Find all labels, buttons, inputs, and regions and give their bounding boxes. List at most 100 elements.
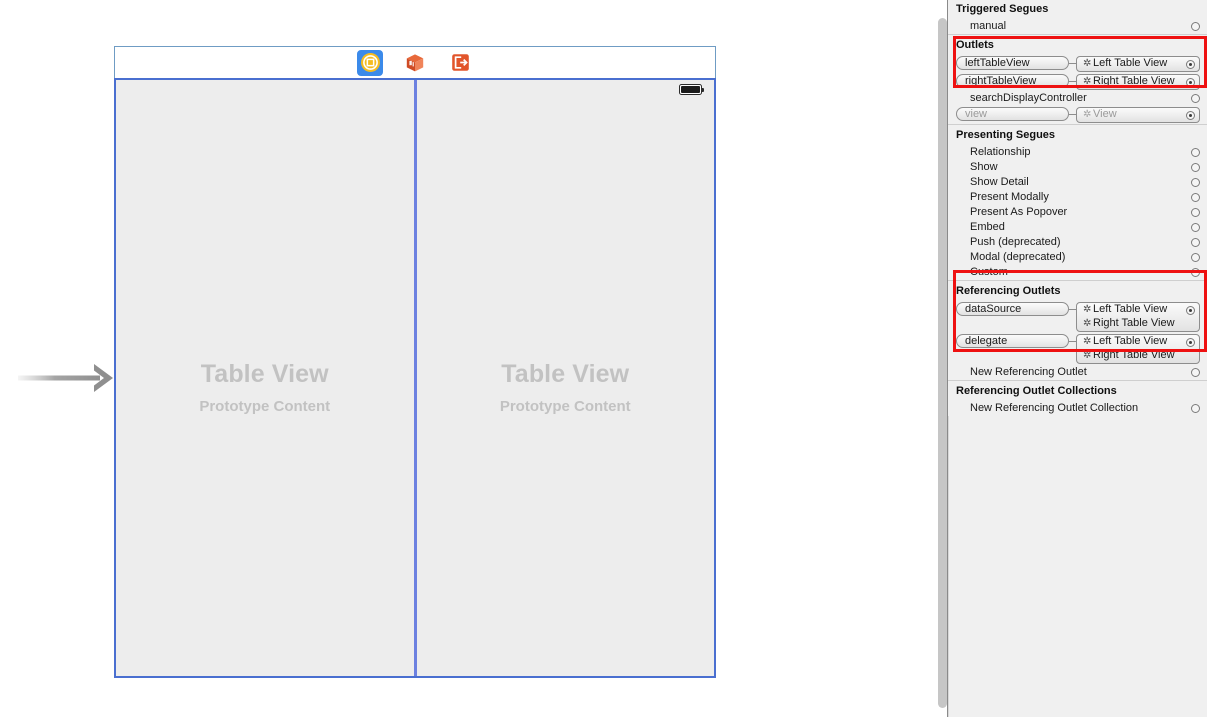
target-asterisk-icon: ✲ xyxy=(1083,318,1092,329)
connection-target-box[interactable]: ✲ Left Table View ✲ Right Table View xyxy=(1076,302,1200,332)
connection-well[interactable] xyxy=(1191,163,1200,172)
connections-inspector[interactable]: Triggered Segues manual Outlets leftTableVi… xyxy=(948,0,1207,717)
connection-target-item[interactable]: ✲ Right Table View xyxy=(1077,317,1199,331)
vertical-scrollbar[interactable] xyxy=(931,0,947,717)
connection-target-item[interactable]: ✲ Left Table View xyxy=(1077,335,1199,349)
connection-line xyxy=(1069,74,1076,88)
target-asterisk-icon: ✲ xyxy=(1083,304,1092,315)
connection-well[interactable] xyxy=(1191,22,1200,31)
battery-icon xyxy=(679,84,705,95)
connection-target-label: Left Table View xyxy=(1093,303,1168,315)
connection-row-label: Show Detail xyxy=(970,176,1029,188)
connection-row[interactable]: Show Detail xyxy=(948,175,1207,190)
connection-row-label: New Referencing Outlet xyxy=(970,366,1087,378)
connection-line xyxy=(1069,107,1076,121)
connection-row-label: Show xyxy=(970,161,998,173)
outlet-connection-row[interactable]: leftTableView ✲ Left Table View xyxy=(948,55,1207,73)
scene-dock[interactable] xyxy=(114,46,716,78)
connection-target-label: Left Table View xyxy=(1093,57,1168,69)
exit-icon[interactable] xyxy=(447,50,473,76)
connection-target-item[interactable]: ✲ Right Table View xyxy=(1077,349,1199,363)
canvas-scrollbar-gutter xyxy=(925,0,948,717)
connection-target-box[interactable]: ✲ View xyxy=(1076,107,1200,123)
connection-target-label: Right Table View xyxy=(1093,317,1175,329)
connection-well[interactable] xyxy=(1186,306,1195,315)
section-header-referencing-outlet-collections: Referencing Outlet Collections xyxy=(948,380,1207,401)
section-header-referencing-outlets: Referencing Outlets xyxy=(948,280,1207,301)
connection-line xyxy=(1069,302,1076,316)
outlet-connection-row[interactable]: delegate ✲ Left Table View ✲ Right Table Vie… xyxy=(948,333,1207,365)
connection-line xyxy=(1069,56,1076,70)
storyboard-canvas[interactable]: Table View Prototype Content Table View … xyxy=(0,0,925,717)
connection-well[interactable] xyxy=(1191,223,1200,232)
connection-well[interactable] xyxy=(1186,338,1195,347)
connection-row-label: Present Modally xyxy=(970,191,1049,203)
connection-row[interactable]: Push (deprecated) xyxy=(948,235,1207,250)
target-asterisk-icon: ✲ xyxy=(1083,350,1092,361)
scrollbar-thumb[interactable] xyxy=(938,18,947,708)
outlet-connection-row[interactable]: dataSource ✲ Left Table View ✲ Right Table V… xyxy=(948,301,1207,333)
section-header-triggered-segues: Triggered Segues xyxy=(948,0,1207,19)
connection-row[interactable]: Custom xyxy=(948,265,1207,280)
section-header-presenting-segues: Presenting Segues xyxy=(948,124,1207,145)
connection-well[interactable] xyxy=(1191,208,1200,217)
right-table-view[interactable]: Table View Prototype Content xyxy=(416,80,715,676)
storyboard-entry-point-arrow xyxy=(18,364,113,392)
outlet-name-pill[interactable]: dataSource xyxy=(956,302,1069,316)
connection-row[interactable]: Relationship xyxy=(948,145,1207,160)
connection-target-box[interactable]: ✲ Left Table View ✲ Right Table View xyxy=(1076,334,1200,364)
connection-well[interactable] xyxy=(1191,368,1200,377)
connection-row[interactable]: manual xyxy=(948,19,1207,34)
connection-row[interactable]: Present Modally xyxy=(948,190,1207,205)
connection-row-label: manual xyxy=(970,20,1007,32)
connection-well[interactable] xyxy=(1191,268,1200,277)
connection-row[interactable]: searchDisplayController xyxy=(948,91,1207,106)
connection-target-item[interactable]: ✲ Left Table View xyxy=(1077,57,1199,71)
connection-target-box[interactable]: ✲ Left Table View xyxy=(1076,56,1200,72)
connection-well[interactable] xyxy=(1191,404,1200,413)
connection-well[interactable] xyxy=(1186,78,1195,87)
view-controller-icon[interactable] xyxy=(357,49,383,76)
first-responder-icon[interactable] xyxy=(402,50,428,76)
connection-well[interactable] xyxy=(1191,148,1200,157)
connection-row-label: Custom xyxy=(970,266,1008,278)
connection-row[interactable]: Show xyxy=(948,160,1207,175)
connection-row[interactable]: Embed xyxy=(948,220,1207,235)
connection-row[interactable]: Modal (deprecated) xyxy=(948,250,1207,265)
outlet-connection-row[interactable]: view ✲ View xyxy=(948,106,1207,124)
connection-row[interactable]: Present As Popover xyxy=(948,205,1207,220)
table-view-subtitle: Prototype Content xyxy=(499,398,631,415)
left-table-view[interactable]: Table View Prototype Content xyxy=(116,80,417,676)
connection-target-item[interactable]: ✲ Right Table View xyxy=(1077,75,1199,89)
outlet-name-pill[interactable]: rightTableView xyxy=(956,74,1069,88)
connection-target-label: Right Table View xyxy=(1093,349,1175,361)
connection-row-label: Embed xyxy=(970,221,1005,233)
connection-well[interactable] xyxy=(1191,193,1200,202)
table-view-subtitle: Prototype Content xyxy=(199,398,331,415)
connection-row[interactable]: New Referencing Outlet Collection xyxy=(948,401,1207,416)
right-table-view-labels: Table View Prototype Content xyxy=(417,362,715,415)
connection-well[interactable] xyxy=(1186,60,1195,69)
connection-line xyxy=(1069,334,1076,348)
status-bar xyxy=(116,80,714,100)
target-asterisk-icon: ✲ xyxy=(1083,58,1092,69)
outlet-name-pill[interactable]: leftTableView xyxy=(956,56,1069,70)
outlet-name-pill[interactable]: view xyxy=(956,107,1069,121)
connection-row[interactable]: New Referencing Outlet xyxy=(948,365,1207,380)
connection-well[interactable] xyxy=(1186,111,1195,120)
outlet-connection-row[interactable]: rightTableView ✲ Right Table View xyxy=(948,73,1207,91)
view-controller-frame[interactable]: Table View Prototype Content Table View … xyxy=(114,78,716,678)
connection-well[interactable] xyxy=(1191,253,1200,262)
connection-row-label: New Referencing Outlet Collection xyxy=(970,402,1139,414)
connection-target-item[interactable]: ✲ Left Table View xyxy=(1077,303,1199,317)
target-asterisk-icon: ✲ xyxy=(1083,109,1092,120)
connection-well[interactable] xyxy=(1191,238,1200,247)
section-header-outlets: Outlets xyxy=(948,34,1207,55)
split-container: Table View Prototype Content Table View … xyxy=(116,80,714,676)
connection-well[interactable] xyxy=(1191,94,1200,103)
connection-target-label: Right Table View xyxy=(1093,75,1175,87)
connection-well[interactable] xyxy=(1191,178,1200,187)
connection-target-item[interactable]: ✲ View xyxy=(1077,108,1199,122)
connection-target-box[interactable]: ✲ Right Table View xyxy=(1076,74,1200,90)
outlet-name-pill[interactable]: delegate xyxy=(956,334,1069,348)
